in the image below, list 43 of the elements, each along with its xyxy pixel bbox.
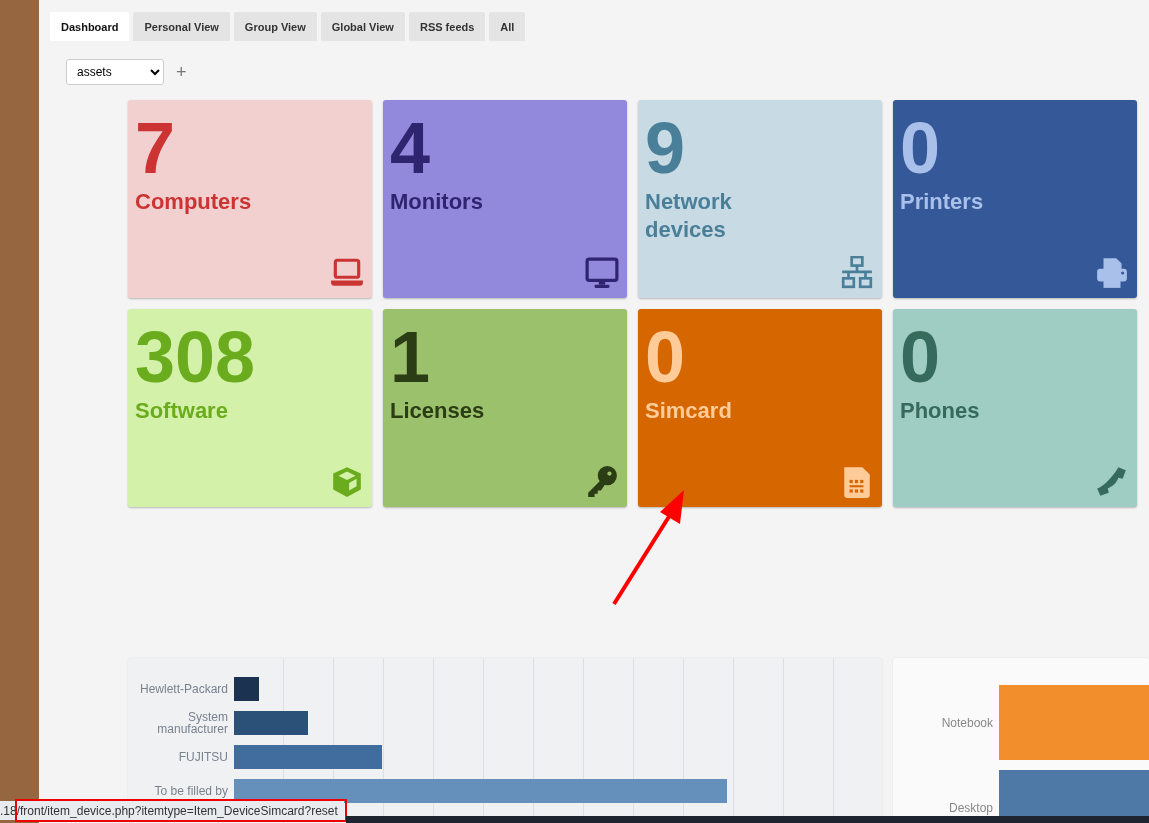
dashboard-tile[interactable]: 0 Printers	[893, 100, 1137, 298]
dashboard-tile[interactable]: 1 Licenses	[383, 309, 627, 507]
chart-label: Desktop	[947, 800, 994, 815]
key-icon	[585, 465, 619, 499]
dashboard-tile[interactable]: 9 Network devices	[638, 100, 882, 298]
tab[interactable]: All	[489, 12, 526, 41]
tile-label: Network devices	[645, 188, 733, 244]
tile-count: 0	[900, 108, 942, 188]
chart-bar	[234, 677, 259, 701]
tab[interactable]: Dashboard	[50, 12, 130, 41]
tile-label: Monitors	[390, 188, 484, 216]
dashboard-tile[interactable]: 4 Monitors	[383, 100, 627, 298]
tile-label: Licenses	[390, 397, 486, 425]
tile-label: Simcard	[645, 397, 733, 425]
chart-label: Notebook	[940, 715, 994, 730]
chart-label: System manufacturer	[156, 711, 228, 735]
tab[interactable]: Personal View	[133, 12, 230, 41]
tile-label: Computers	[135, 188, 253, 216]
tile-count: 1	[390, 317, 432, 397]
chart-label: To be filled by	[153, 785, 228, 797]
tile-count: 0	[900, 317, 942, 397]
dashboard-tile[interactable]: 7 Computers	[128, 100, 372, 298]
tab[interactable]: Group View	[233, 12, 317, 41]
phone-icon	[1095, 465, 1129, 499]
tile-count: 4	[390, 108, 432, 188]
tile-label: Software	[135, 397, 229, 425]
network-icon	[840, 256, 874, 290]
dashboard-tile[interactable]: 0 Phones	[893, 309, 1137, 507]
tab[interactable]: Global View	[320, 12, 405, 41]
tile-count: 7	[135, 108, 177, 188]
add-button[interactable]: +	[174, 61, 189, 83]
box-icon	[330, 465, 364, 499]
tile-label: Printers	[900, 188, 985, 216]
chart-label: FUJITSU	[177, 751, 228, 763]
tile-label: Phones	[900, 397, 981, 425]
dashboard-select[interactable]: assets	[66, 59, 164, 85]
printer-icon	[1095, 256, 1129, 290]
tile-count: 308	[135, 317, 257, 397]
tile-count: 0	[645, 317, 687, 397]
chart-label: Hewlett-Packard	[138, 683, 228, 695]
tile-count: 9	[645, 108, 687, 188]
monitor-icon	[585, 256, 619, 290]
tab[interactable]: RSS feeds	[408, 12, 486, 41]
